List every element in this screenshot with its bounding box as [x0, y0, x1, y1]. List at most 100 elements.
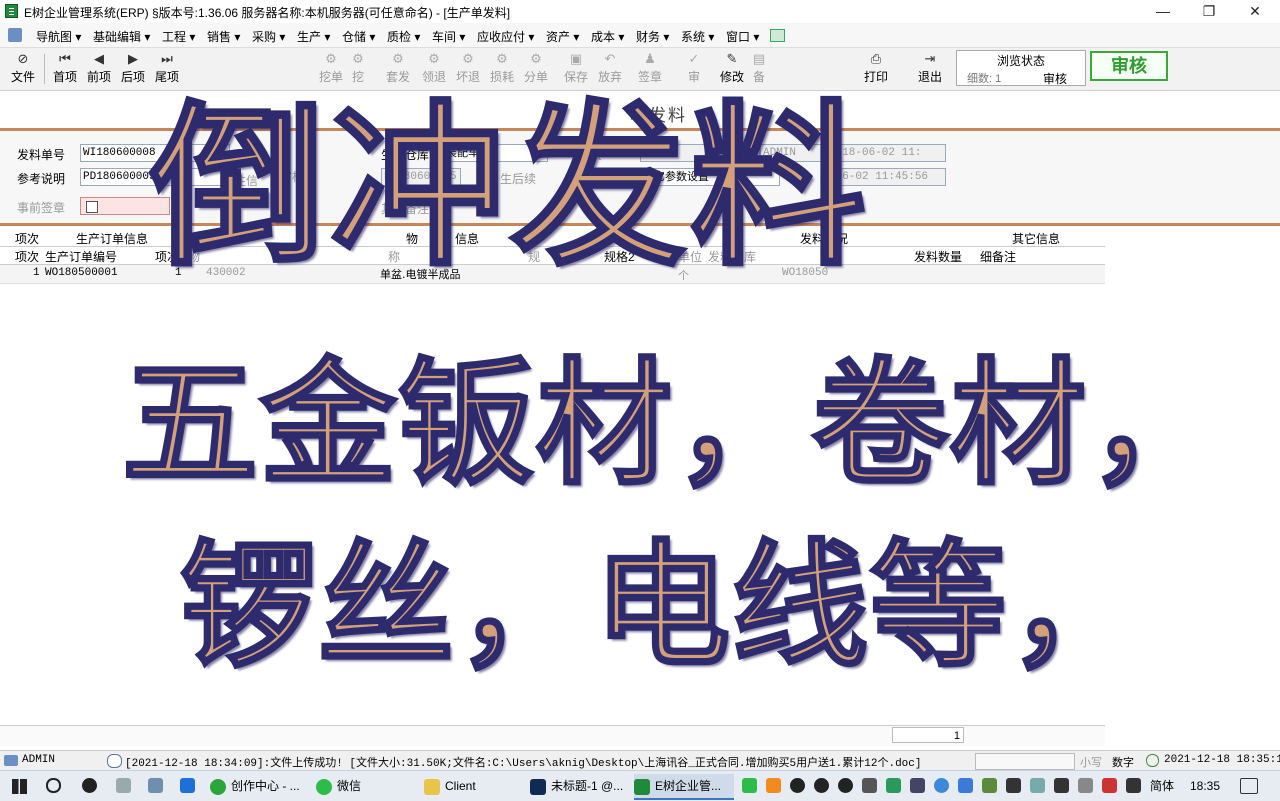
bluetooth-icon[interactable]	[958, 778, 973, 793]
network-icon[interactable]	[910, 778, 925, 793]
nvidia-icon[interactable]	[982, 778, 997, 793]
maximize-button[interactable]: ❐	[1186, 0, 1232, 23]
app-icon-4[interactable]	[180, 778, 195, 793]
task-creator-center[interactable]: 创作中心 - ...	[210, 774, 310, 798]
wechat-icon	[316, 778, 332, 795]
title-bar: E树企业管理系统(ERP) §版本号:1.36.06 服务器名称:本机服务器(可…	[0, 0, 1280, 23]
col-qty[interactable]: 发料数量	[914, 248, 962, 265]
tray-qq2-icon[interactable]	[814, 778, 829, 793]
browse-state-box: 浏览状态 细数: 1 审核	[956, 50, 1086, 86]
menu-quality[interactable]: 质检 ▾	[387, 28, 420, 45]
menu-production[interactable]: 生产 ▾	[297, 28, 330, 45]
first-button[interactable]: ⏮ 首项	[48, 48, 82, 90]
clock-icon	[1146, 754, 1159, 767]
col-order-no[interactable]: 生产订单编号	[45, 248, 117, 265]
app-icon-3[interactable]	[148, 778, 163, 793]
task-erp[interactable]: E树企业管...	[634, 774, 734, 800]
minimize-button[interactable]: —	[1140, 0, 1186, 23]
presign-label: 事前签章	[17, 201, 66, 215]
group-order-info: 生产订单信息	[76, 232, 149, 246]
ref-label: 参考说明	[17, 172, 66, 186]
menu-navigation[interactable]: 导航图 ▾	[36, 28, 81, 45]
status-num: 数字	[1112, 756, 1134, 769]
message-icon	[107, 754, 122, 768]
tray-qq3-icon[interactable]	[838, 778, 853, 793]
menu-warehouse[interactable]: 仓储 ▾	[342, 28, 375, 45]
exit-button[interactable]: ⇥ 退出	[914, 48, 946, 90]
layout-icon[interactable]	[770, 29, 785, 42]
taskbar: 创作中心 - ... 微信 Client 未标题-1 @... E树企业管...…	[0, 770, 1280, 801]
menu-receivable-payable[interactable]: 应收应付 ▾	[477, 28, 534, 45]
tray-wechat-icon[interactable]	[742, 778, 757, 793]
overlay-line-2: 五金钣材，卷材，	[121, 345, 1226, 506]
paperclip-icon: ⊘	[17, 51, 29, 66]
issue-no-label: 发料单号	[17, 148, 66, 162]
browser-icon	[210, 778, 226, 795]
battery-icon[interactable]	[1054, 778, 1069, 793]
first-icon: ⏮	[59, 51, 71, 66]
folder-icon	[424, 778, 440, 795]
status-caps: 小写	[1080, 756, 1102, 769]
status-user: ADMIN	[22, 754, 56, 766]
shield-icon[interactable]	[1006, 778, 1021, 793]
tray-app3-icon[interactable]	[1078, 778, 1093, 793]
menu-system[interactable]: 系统 ▾	[681, 28, 714, 45]
progress-field	[975, 753, 1075, 770]
prev-icon: ◀	[94, 51, 104, 66]
tray-app-icon[interactable]	[766, 778, 781, 793]
menu-sales[interactable]: 销售 ▾	[207, 28, 240, 45]
task-client[interactable]: Client	[424, 774, 519, 798]
user-icon	[4, 755, 18, 766]
task-wechat[interactable]: 微信	[316, 774, 411, 798]
menu-basic-edit[interactable]: 基础编辑 ▾	[93, 28, 150, 45]
group-idx: 项次	[15, 232, 40, 246]
next-button[interactable]: ▶ 后项	[116, 48, 150, 90]
printer-tray-icon[interactable]	[1126, 778, 1141, 793]
overlay-line-3: 锣丝，电线等，	[179, 527, 1146, 688]
status-bar: ADMIN [2021-12-18 18:34:09]:文件上传成功! [文件大…	[0, 750, 1280, 771]
window-title: E树企业管理系统(ERP) §版本号:1.36.06 服务器名称:本机服务器(可…	[24, 6, 511, 20]
menu-assets[interactable]: 资产 ▾	[546, 28, 579, 45]
erp-icon	[634, 778, 650, 795]
windows-start-icon[interactable]	[12, 779, 27, 794]
tray-blue-icon[interactable]	[934, 778, 949, 793]
task-photoshop[interactable]: 未标题-1 @...	[530, 774, 630, 798]
tray-green-icon[interactable]	[886, 778, 901, 793]
presign-checkbox[interactable]	[86, 201, 98, 213]
col-idx[interactable]: 项次	[15, 248, 39, 265]
app-icon	[5, 4, 18, 18]
tray-qq-icon[interactable]	[790, 778, 805, 793]
antivirus-icon[interactable]	[1102, 778, 1117, 793]
menu-window[interactable]: 窗口 ▾	[726, 28, 759, 45]
browse-state-label: 浏览状态	[996, 54, 1045, 68]
menu-purchase[interactable]: 采购 ▾	[252, 28, 285, 45]
file-button[interactable]: ⊘ 文件	[6, 48, 40, 90]
notification-icon[interactable]	[1240, 778, 1258, 794]
review-button[interactable]: 审核	[1090, 51, 1168, 81]
menu-finance[interactable]: 财务 ▾	[636, 28, 669, 45]
row-order-no: WO180500001	[45, 267, 118, 279]
menu-cost[interactable]: 成本 ▾	[591, 28, 624, 45]
review-state-label: 审核	[1043, 72, 1068, 86]
app-icon-2[interactable]	[116, 778, 131, 793]
taskbar-clock[interactable]: 18:35	[1190, 774, 1220, 798]
group-other-info: 其它信息	[1012, 232, 1061, 246]
close-button[interactable]: ✕	[1232, 0, 1278, 23]
status-clock: 2021-12-18 18:35:19	[1164, 754, 1280, 766]
exit-icon: ⇥	[924, 51, 936, 66]
menu-engineering[interactable]: 工程 ▾	[162, 28, 195, 45]
nav-icon	[8, 28, 22, 42]
volume-icon[interactable]	[862, 778, 877, 793]
row-idx: 1	[33, 267, 40, 279]
search-icon[interactable]	[46, 778, 61, 793]
tray-app2-icon[interactable]	[1030, 778, 1045, 793]
detail-count: 细数: 1	[967, 73, 1002, 85]
next-icon: ▶	[128, 51, 138, 66]
col-remark[interactable]: 细备注	[980, 248, 1016, 265]
overlay-title: 倒冲发料	[148, 84, 871, 292]
ime-language[interactable]: 简体	[1150, 774, 1174, 798]
menu-workshop[interactable]: 车间 ▾	[432, 28, 465, 45]
qq-icon[interactable]	[82, 778, 97, 793]
page-number[interactable]: 1	[892, 727, 964, 743]
prev-button[interactable]: ◀ 前项	[82, 48, 116, 90]
